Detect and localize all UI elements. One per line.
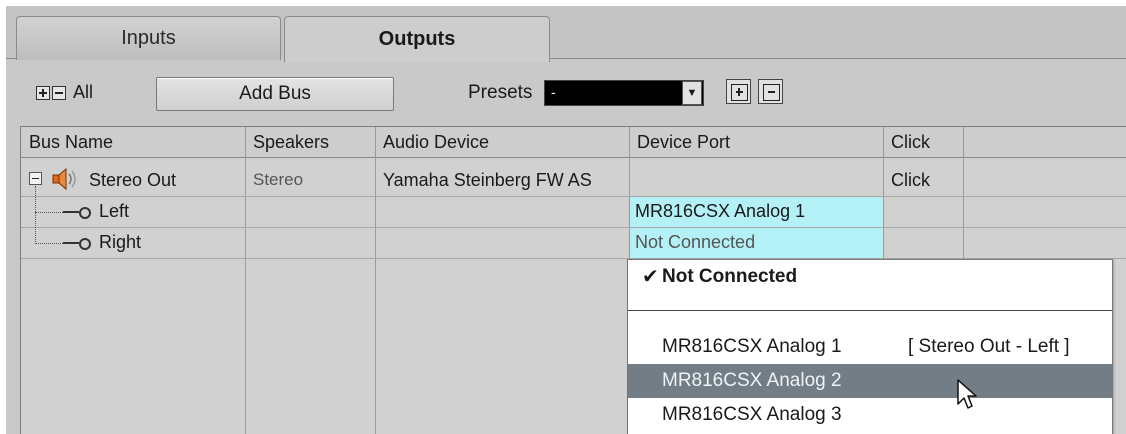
column-divider [245,127,246,434]
checkmark-icon: ✔ [642,266,659,288]
bus-speakers: Stereo [253,170,304,189]
row-divider [21,227,1126,228]
store-preset-icon[interactable] [726,79,751,104]
header-speakers[interactable]: Speakers [245,127,375,158]
presets-select[interactable]: - [544,80,704,106]
device-port-left[interactable]: MR816CSX Analog 1 [635,196,805,226]
collapse-tree-icon[interactable] [29,172,42,185]
header-device-port[interactable]: Device Port [629,127,883,158]
menu-item-label: Not Connected [662,266,798,287]
vst-connections-panel: Inputs Outputs All Add Bus Presets - ▼ B… [6,6,1126,434]
bus-click[interactable]: Click [891,165,930,195]
header-click[interactable]: Click [883,127,963,158]
port-icon [63,206,91,219]
tab-baseline [6,58,16,59]
tree-line [35,243,63,244]
channel-name-left[interactable]: Left [99,196,129,226]
expand-all-label: All [73,82,94,102]
tab-outputs[interactable]: Outputs [284,16,550,62]
column-divider [963,127,964,259]
mouse-cursor-icon [957,379,977,409]
tree-line [35,186,36,244]
device-port-right[interactable]: Not Connected [635,227,755,257]
header-bus-name[interactable]: Bus Name [21,127,245,158]
header-audio-device[interactable]: Audio Device [375,127,629,158]
add-bus-button[interactable]: Add Bus [156,77,394,111]
menu-item-analog-1[interactable]: MR816CSX Analog 1 [ Stereo Out - Left ] [628,330,1112,364]
header-empty [963,127,1126,158]
menu-separator [628,310,1112,311]
port-icon [63,237,91,250]
menu-item-label: MR816CSX Analog 2 [662,370,842,391]
row-divider [21,196,1126,197]
menu-item-label: MR816CSX Analog 3 [662,404,842,425]
tab-bar: Inputs Outputs [6,6,1126,62]
remove-preset-icon[interactable] [758,79,783,104]
tab-baseline [550,58,1126,59]
column-divider [883,127,884,259]
presets-value: - [551,84,556,100]
presets-label: Presets [468,82,533,103]
bus-name[interactable]: Stereo Out [89,165,176,195]
column-divider [375,127,376,434]
menu-item-assignment: [ Stereo Out - Left ] [908,336,1070,357]
tab-inputs[interactable]: Inputs [16,16,281,60]
expand-collapse-all: All [36,82,93,103]
expand-all-icon[interactable] [36,85,50,100]
menu-item-analog-3[interactable]: MR816CSX Analog 3 [628,398,1112,432]
device-port-menu: ✔ Not Connected MR816CSX Analog 1 [ Ster… [627,259,1113,434]
chevron-down-icon[interactable]: ▼ [682,81,702,105]
toolbar: All Add Bus Presets - ▼ [6,62,1126,124]
bus-audio-device[interactable]: Yamaha Steinberg FW AS [383,165,627,195]
menu-item-not-connected[interactable]: ✔ Not Connected [628,260,1112,294]
collapse-all-icon[interactable] [52,85,66,100]
channel-name-right[interactable]: Right [99,227,141,257]
speaker-icon [52,167,76,191]
menu-item-label: MR816CSX Analog 1 [662,336,842,357]
menu-item-analog-2[interactable]: MR816CSX Analog 2 [628,364,1112,398]
tree-line [35,212,63,213]
